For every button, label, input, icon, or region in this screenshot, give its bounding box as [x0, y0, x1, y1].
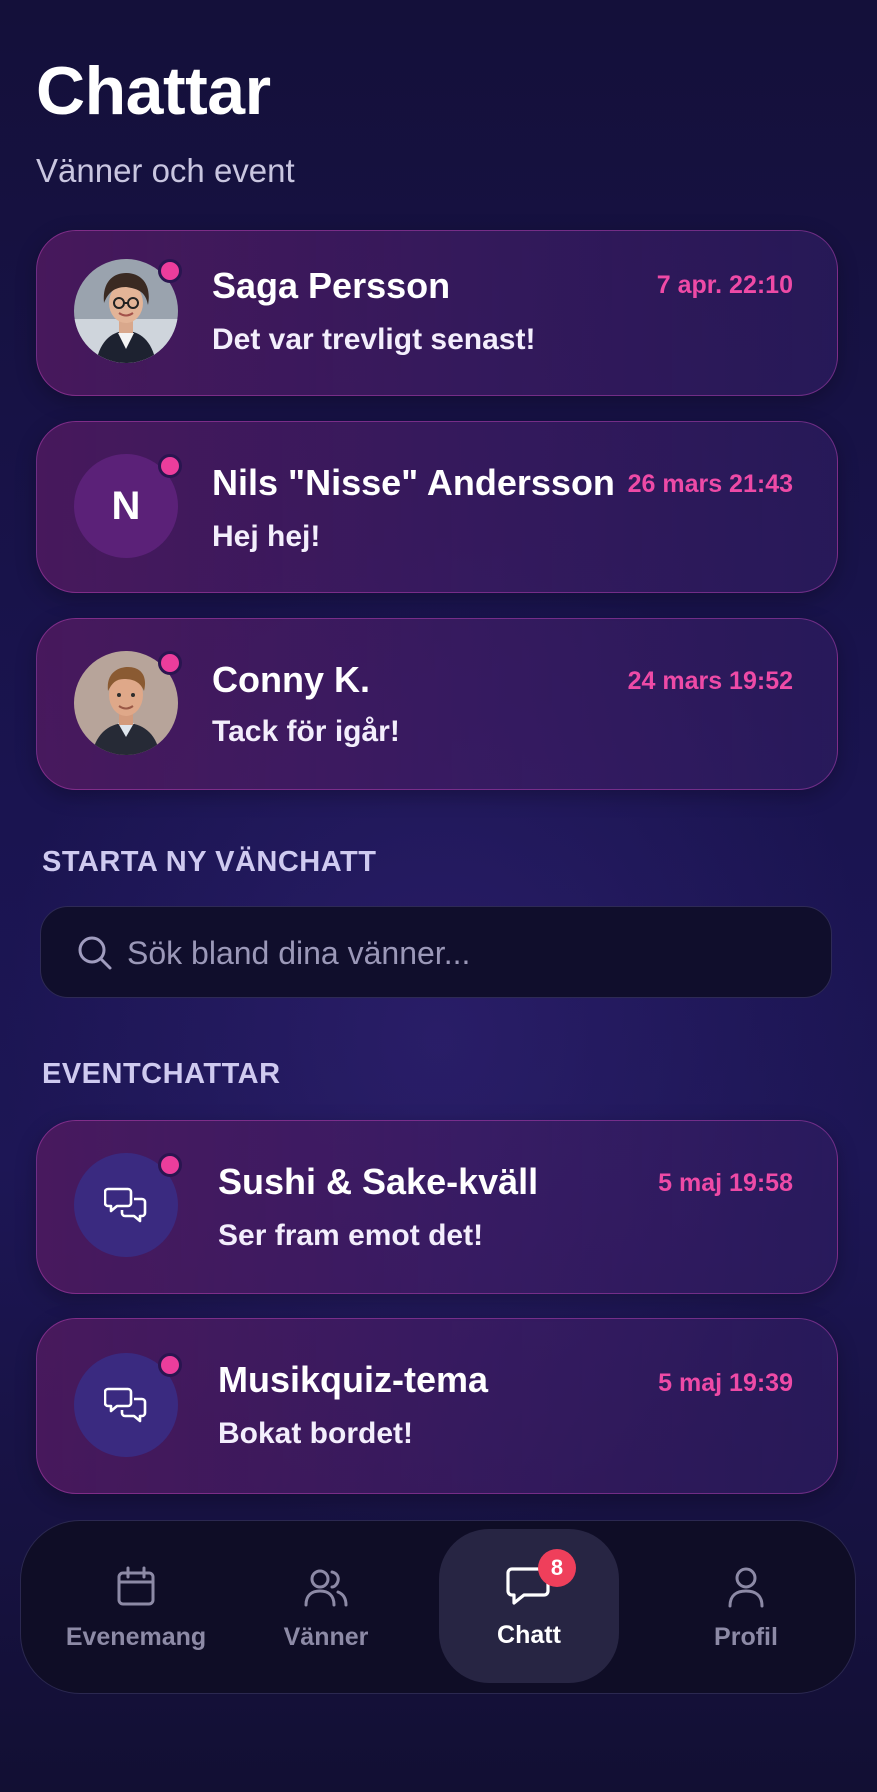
nav-item-vanner[interactable]: Vänner: [251, 1521, 401, 1695]
user-icon: [728, 1567, 764, 1607]
chat-item-saga[interactable]: Saga Persson Det var trevligt senast! 7 …: [36, 230, 838, 396]
chat-item-conny[interactable]: Conny K. Tack för igår! 24 mars 19:52: [36, 618, 838, 790]
avatar: [74, 259, 182, 363]
chat-timestamp: 7 apr. 22:10: [656, 271, 793, 299]
chat-name: Conny K.: [212, 659, 370, 700]
unread-indicator: [158, 1353, 182, 1377]
chat-timestamp: 26 mars 21:43: [627, 470, 793, 498]
page-title: Chattar: [36, 53, 271, 129]
search-icon: [78, 936, 112, 970]
chat-last-message: Bokat bordet!: [218, 1417, 413, 1450]
unread-indicator: [158, 651, 182, 675]
unread-indicator: [158, 1153, 182, 1177]
section-label-new-chat: STARTA NY VÄNCHATT: [42, 846, 377, 878]
chat-name: Musikquiz-tema: [218, 1359, 489, 1400]
chat-bubbles-icon: [104, 1387, 147, 1423]
nav-label: Vänner: [283, 1622, 369, 1651]
unread-badge: 8: [538, 1549, 576, 1587]
chat-timestamp: 24 mars 19:52: [627, 667, 793, 695]
unread-indicator: [158, 454, 182, 478]
nav-item-profil[interactable]: Profil: [671, 1521, 821, 1695]
event-chat-item-sushi[interactable]: Sushi & Sake-kväll Ser fram emot det! 5 …: [36, 1120, 838, 1294]
nav-label: Profil: [714, 1622, 778, 1651]
chat-timestamp: 5 maj 19:58: [658, 1169, 793, 1197]
event-avatar: [74, 1353, 182, 1457]
page-subtitle: Vänner och event: [36, 152, 295, 189]
unread-indicator: [158, 259, 182, 283]
avatar: [74, 651, 182, 755]
friend-search[interactable]: [40, 906, 832, 999]
nav-label: Evenemang: [65, 1622, 207, 1651]
chat-name: Sushi & Sake-kväll: [218, 1161, 539, 1202]
chat-last-message: Tack för igår!: [212, 715, 400, 748]
avatar: N: [74, 454, 182, 558]
chat-bubbles-icon: [104, 1187, 147, 1223]
chat-item-nils[interactable]: N Nils "Nisse" Andersson Hej hej! 26 mar…: [36, 421, 838, 593]
chat-last-message: Hej hej!: [212, 520, 321, 553]
chat-last-message: Ser fram emot det!: [218, 1219, 484, 1252]
search-input[interactable]: [127, 907, 807, 999]
event-avatar: [74, 1153, 182, 1257]
nav-item-chatt[interactable]: 8 Chatt: [439, 1529, 619, 1683]
chat-last-message: Det var trevligt senast!: [212, 323, 536, 356]
chat-timestamp: 5 maj 19:39: [658, 1369, 793, 1397]
chat-name: Saga Persson: [212, 265, 451, 306]
event-chat-item-musikquiz[interactable]: Musikquiz-tema Bokat bordet! 5 maj 19:39: [36, 1318, 838, 1494]
users-icon: [304, 1569, 348, 1606]
bottom-nav: Evenemang Vänner 8 Chatt Profil: [20, 1520, 856, 1694]
nav-item-evenemang[interactable]: Evenemang: [51, 1521, 221, 1695]
calendar-icon: [117, 1566, 155, 1605]
nav-label: Chatt: [497, 1620, 561, 1649]
section-label-event-chats: EVENTCHATTAR: [42, 1058, 281, 1090]
chat-name: Nils "Nisse" Andersson: [212, 462, 615, 503]
